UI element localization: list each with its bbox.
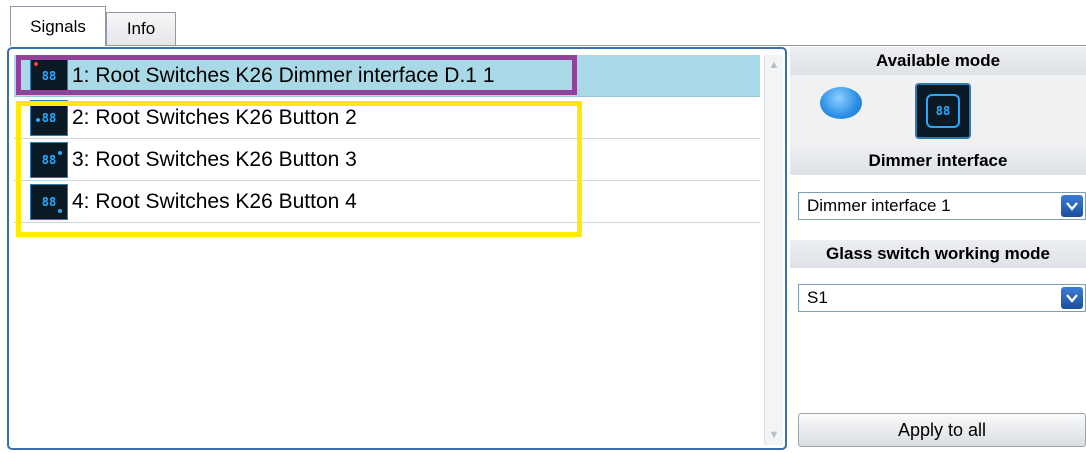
- glass-switch-mode-title: Glass switch working mode: [826, 244, 1050, 263]
- scroll-up-icon[interactable]: ▲: [765, 57, 783, 73]
- signal-label: 4: Root Switches K26 Button 4: [72, 189, 357, 213]
- glass-switch-icon: 88: [30, 183, 68, 220]
- list-scrollbar[interactable]: ▲ ▼: [764, 55, 783, 445]
- available-mode-header: Available mode: [790, 47, 1086, 75]
- signal-row-3[interactable]: 88 3: Root Switches K26 Button 3: [14, 139, 760, 181]
- signal-label: 3: Root Switches K26 Button 3: [72, 147, 357, 171]
- tab-info[interactable]: Info: [106, 12, 176, 45]
- signals-list[interactable]: 88 1: Root Switches K26 Dimmer interface…: [7, 47, 787, 450]
- blue-push-button-icon[interactable]: [816, 85, 866, 135]
- properties-panel: Available mode 88 Dimmer interface Dimme…: [790, 47, 1086, 453]
- dimmer-interface-value: Dimmer interface 1: [807, 196, 951, 215]
- dimmer-interface-select[interactable]: Dimmer interface 1: [798, 192, 1086, 220]
- glass-switch-digits: 88: [926, 94, 960, 128]
- glass-switch-mode-select[interactable]: S1: [798, 284, 1086, 312]
- glass-switch-icon: 88: [30, 99, 68, 136]
- tab-signals-label: Signals: [30, 16, 86, 36]
- glass-switch-icon[interactable]: 88: [915, 83, 971, 139]
- signal-label: 2: Root Switches K26 Button 2: [72, 105, 357, 129]
- glass-switch-mode-header: Glass switch working mode: [790, 240, 1086, 268]
- signal-row-4[interactable]: 88 4: Root Switches K26 Button 4: [14, 181, 760, 223]
- signal-row-2[interactable]: 88 2: Root Switches K26 Button 2: [14, 97, 760, 139]
- chevron-down-icon[interactable]: [1061, 287, 1083, 309]
- signal-row-1[interactable]: 88 1: Root Switches K26 Dimmer interface…: [14, 55, 760, 97]
- signal-label: 1: Root Switches K26 Dimmer interface D.…: [72, 63, 495, 87]
- dimmer-module-icon: 88: [30, 57, 68, 94]
- tab-divider: [10, 45, 1086, 46]
- scroll-down-icon[interactable]: ▼: [765, 427, 783, 443]
- chevron-down-icon[interactable]: [1061, 195, 1083, 217]
- apply-to-all-label: Apply to all: [897, 419, 987, 440]
- glass-switch-icon: 88: [30, 141, 68, 178]
- available-mode-title: Available mode: [875, 51, 1001, 70]
- dimmer-interface-title: Dimmer interface: [868, 151, 1008, 170]
- tab-signals[interactable]: Signals: [10, 6, 106, 46]
- dimmer-interface-header: Dimmer interface: [790, 147, 1086, 175]
- mode-selector: 88: [790, 75, 1086, 147]
- tab-info-label: Info: [126, 19, 156, 38]
- apply-to-all-button[interactable]: Apply to all: [798, 413, 1086, 447]
- glass-switch-mode-value: S1: [807, 288, 828, 307]
